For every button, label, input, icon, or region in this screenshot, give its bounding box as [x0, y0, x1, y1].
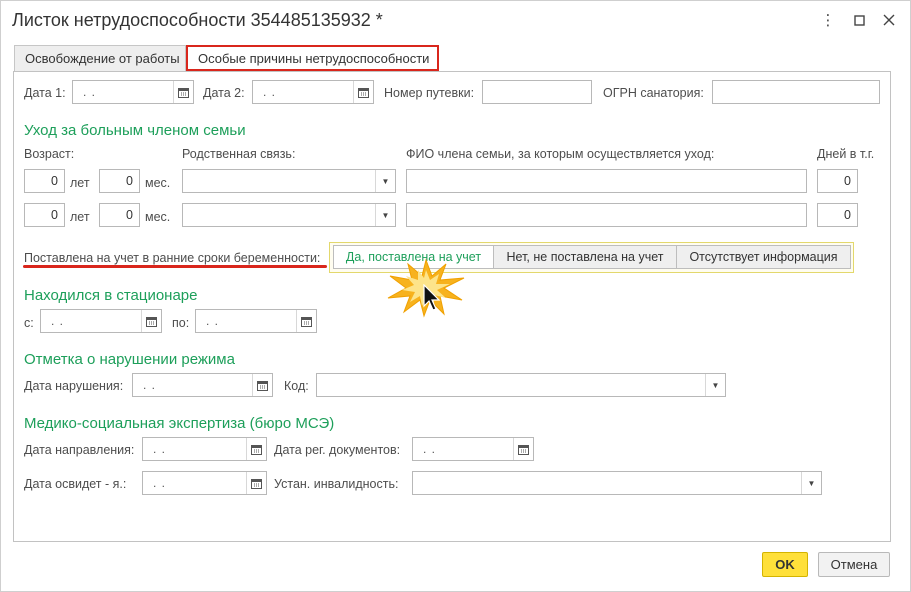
days-label: Дней в т.г.: [817, 147, 875, 161]
date2-label: Дата 2:: [203, 86, 245, 100]
voucher-input[interactable]: [482, 80, 592, 104]
mse-section-title: Медико-социальная экспертиза (бюро МСЭ): [24, 415, 335, 432]
violation-code-label: Код:: [284, 379, 309, 393]
pregnancy-label: Поставлена на учет в ранние сроки береме…: [24, 251, 321, 265]
window-title: Листок нетрудоспособности 354485135932 *: [12, 10, 383, 30]
calendar-icon[interactable]: [513, 438, 533, 460]
mse-reg-label: Дата рег. документов:: [274, 443, 401, 457]
pregnancy-option-unknown[interactable]: Отсутствует информация: [676, 245, 851, 269]
dropdown-arrow-icon[interactable]: ▼: [375, 170, 395, 192]
age-label: Возраст:: [24, 147, 75, 161]
mse-reg-field[interactable]: . .: [412, 437, 534, 461]
mse-exam-field[interactable]: . .: [142, 471, 267, 495]
violation-date-field[interactable]: . .: [132, 373, 273, 397]
calendar-icon[interactable]: [173, 81, 193, 103]
ogrn-label: ОГРН санатория:: [603, 86, 704, 100]
mse-referral-label: Дата направления:: [24, 443, 135, 457]
date2-field[interactable]: . .: [252, 80, 374, 104]
tab-work-release[interactable]: Освобождение от работы: [14, 45, 186, 71]
relation-select[interactable]: ▼: [182, 203, 396, 227]
relation-select[interactable]: ▼: [182, 169, 396, 193]
pregnancy-option-no[interactable]: Нет, не поставлена на учет: [493, 245, 677, 269]
fio-input[interactable]: [406, 169, 807, 193]
date1-field[interactable]: . .: [72, 80, 194, 104]
dropdown-arrow-icon[interactable]: ▼: [705, 374, 725, 396]
hospital-to-label: по:: [172, 316, 190, 330]
violation-section-title: Отметка о нарушении режима: [24, 351, 235, 368]
age-years-input[interactable]: 0: [24, 169, 65, 193]
hospital-from-value: . .: [51, 314, 65, 328]
age-months-input[interactable]: 0: [99, 169, 140, 193]
years-unit: лет: [70, 210, 90, 224]
fio-label: ФИО члена семьи, за которым осуществляет…: [406, 147, 715, 161]
hospital-from-field[interactable]: . .: [40, 309, 162, 333]
hospital-section-title: Находился в стационаре: [24, 287, 198, 304]
dropdown-arrow-icon[interactable]: ▼: [375, 204, 395, 226]
close-icon[interactable]: [877, 8, 901, 32]
care-section-title: Уход за больным членом семьи: [24, 122, 246, 139]
dropdown-arrow-icon[interactable]: ▼: [801, 472, 821, 494]
age-months-input[interactable]: 0: [99, 203, 140, 227]
calendar-icon[interactable]: [246, 438, 266, 460]
age-years-input[interactable]: 0: [24, 203, 65, 227]
mse-referral-field[interactable]: . .: [142, 437, 267, 461]
months-unit: мес.: [145, 210, 171, 224]
more-options-icon[interactable]: ⋮: [816, 8, 840, 32]
calendar-icon[interactable]: [353, 81, 373, 103]
relation-label: Родственная связь:: [182, 147, 296, 161]
date1-label: Дата 1:: [24, 86, 66, 100]
tab-special-reasons[interactable]: Особые причины нетрудоспособности: [186, 45, 439, 71]
mse-disability-select[interactable]: ▼: [412, 471, 822, 495]
date1-value: . .: [83, 85, 97, 99]
days-input[interactable]: 0: [817, 203, 858, 227]
years-unit: лет: [70, 176, 90, 190]
mouse-cursor-icon: [423, 284, 441, 311]
calendar-icon[interactable]: [141, 310, 161, 332]
violation-code-select[interactable]: ▼: [316, 373, 726, 397]
hospital-to-value: . .: [206, 314, 220, 328]
maximize-icon[interactable]: [847, 8, 871, 32]
ok-button[interactable]: OK: [762, 552, 808, 577]
mse-disability-label: Устан. инвалидность:: [274, 477, 399, 491]
mse-exam-label: Дата освидет - я.:: [24, 477, 127, 491]
date2-value: . .: [263, 85, 277, 99]
calendar-icon[interactable]: [296, 310, 316, 332]
calendar-icon[interactable]: [246, 472, 266, 494]
pregnancy-highlight-underline: [23, 265, 327, 268]
ogrn-input[interactable]: [712, 80, 880, 104]
fio-input[interactable]: [406, 203, 807, 227]
mse-exam-value: . .: [153, 476, 167, 490]
violation-date-value: . .: [143, 378, 157, 392]
mse-referral-value: . .: [153, 442, 167, 456]
months-unit: мес.: [145, 176, 171, 190]
cancel-button[interactable]: Отмена: [818, 552, 890, 577]
mse-reg-value: . .: [423, 442, 437, 456]
voucher-label: Номер путевки:: [384, 86, 475, 100]
violation-date-label: Дата нарушения:: [24, 379, 124, 393]
days-input[interactable]: 0: [817, 169, 858, 193]
hospital-from-label: с:: [24, 316, 34, 330]
hospital-to-field[interactable]: . .: [195, 309, 317, 333]
calendar-icon[interactable]: [252, 374, 272, 396]
